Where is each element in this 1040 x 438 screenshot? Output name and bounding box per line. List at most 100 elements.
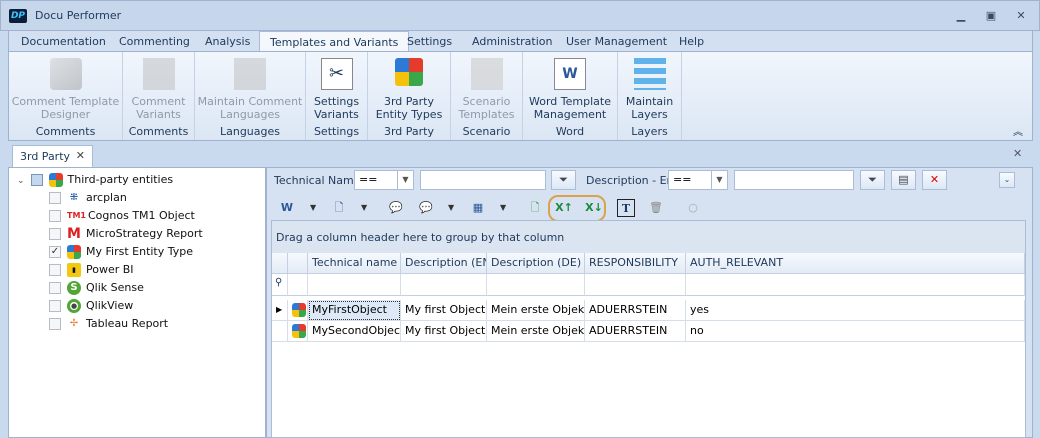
- chevron-down-icon[interactable]: ▼: [711, 171, 727, 189]
- column-header-description-en[interactable]: Description (EN): [401, 253, 487, 274]
- group-by-panel[interactable]: Drag a column header here to group by th…: [272, 221, 1025, 253]
- technical-name-input[interactable]: [420, 170, 546, 190]
- table-row[interactable]: MySecondObject My first Object Mein erst…: [272, 321, 1025, 342]
- excel-export-icon[interactable]: X↑: [555, 199, 573, 217]
- column-header-description-de[interactable]: Description (DE): [487, 253, 585, 274]
- dropdown-arrow-icon[interactable]: ▼: [500, 199, 506, 217]
- minimize-icon[interactable]: ▁: [951, 9, 971, 23]
- cell-description-en[interactable]: My first Object: [401, 321, 487, 342]
- cell-auth-relevant[interactable]: yes: [686, 300, 1025, 321]
- group-label: Languages: [219, 125, 281, 138]
- ribbon-word-template-management[interactable]: W Word Template Management Word: [523, 52, 618, 140]
- chevron-down-icon[interactable]: ▼: [397, 171, 413, 189]
- comment-bubble-icon[interactable]: ○: [684, 199, 702, 217]
- cell-description-de[interactable]: Mein erste Objekt: [487, 300, 585, 321]
- tree-item-my-first-entity-type[interactable]: ✓ My First Entity Type: [49, 243, 193, 261]
- tree-item-microstrategy[interactable]: M MicroStrategy Report: [49, 225, 203, 243]
- puzzle-icon: [67, 245, 81, 259]
- doc-tab-3rd-party[interactable]: 3rd Party ✕: [12, 145, 93, 168]
- tree-item-cognos[interactable]: TM1 Cognos TM1 Object: [49, 207, 195, 225]
- excel-import-icon[interactable]: X↓: [585, 199, 603, 217]
- comment-export-icon[interactable]: 💬: [417, 199, 435, 217]
- close-icon[interactable]: ✕: [1011, 9, 1031, 23]
- tree-item-arcplan[interactable]: ⁜ arcplan: [49, 189, 127, 207]
- rename-icon[interactable]: T: [617, 199, 635, 217]
- checkbox[interactable]: [49, 192, 61, 204]
- tab-help[interactable]: Help: [669, 31, 714, 53]
- tab-administration[interactable]: Administration: [462, 31, 563, 53]
- clear-filter-icon[interactable]: ✕: [922, 170, 947, 190]
- entity-tree: ⌄ Third-party entities ⁜ arcplan TM1 Cognos…: [8, 167, 266, 438]
- ribbon-settings-variants[interactable]: ✂ Settings Variants Settings: [306, 52, 368, 140]
- tab-user-management[interactable]: User Management: [556, 31, 677, 53]
- description-input[interactable]: [734, 170, 854, 190]
- column-header-technical-name[interactable]: Technical name: [308, 253, 401, 274]
- column-header-responsibility[interactable]: RESPONSIBILITY: [585, 253, 686, 274]
- checkbox[interactable]: [30, 174, 43, 186]
- filter-cell[interactable]: [585, 274, 686, 296]
- close-document-icon[interactable]: ✕: [1013, 147, 1022, 160]
- cell-technical-name[interactable]: MySecondObject: [308, 321, 401, 342]
- checkbox-checked[interactable]: ✓: [49, 246, 61, 258]
- expand-icon[interactable]: ⌄: [17, 176, 25, 186]
- dropdown-arrow-icon[interactable]: ▼: [448, 199, 454, 217]
- dropdown-arrow-icon[interactable]: ▼: [361, 199, 367, 217]
- tab-commenting[interactable]: Commenting: [109, 31, 200, 53]
- tree-item-power-bi[interactable]: ▮ Power BI: [49, 261, 134, 279]
- checkbox[interactable]: [49, 318, 61, 330]
- tree-item-qlik-sense[interactable]: S Qlik Sense: [49, 279, 144, 297]
- filter-apply-icon[interactable]: ⏷: [551, 170, 576, 190]
- button-label: Maintain Layers: [625, 95, 674, 121]
- ribbon-comment-variants[interactable]: Comment Variants Comments: [123, 52, 195, 140]
- cell-responsibility[interactable]: ADUERRSTEIN: [585, 300, 686, 321]
- ribbon-maintain-comment-languages[interactable]: Maintain Comment Languages Languages: [195, 52, 306, 140]
- cell-auth-relevant[interactable]: no: [686, 321, 1025, 342]
- dropdown-arrow-icon[interactable]: ▼: [310, 199, 316, 217]
- trash-icon[interactable]: 🗑: [647, 199, 665, 217]
- column-header-auth-relevant[interactable]: AUTH_RELEVANT: [686, 253, 1025, 274]
- tree-item-qlikview[interactable]: ● QlikView: [49, 297, 133, 315]
- word-export-icon[interactable]: W: [278, 199, 296, 217]
- filter-cell[interactable]: [487, 274, 585, 296]
- collapse-ribbon-icon[interactable]: ︽: [1013, 123, 1023, 138]
- row-indicator-header: [272, 253, 288, 274]
- tree-item-tableau[interactable]: ✢ Tableau Report: [49, 315, 168, 333]
- ribbon-scenario-templates[interactable]: Scenario Templates Scenario: [451, 52, 523, 140]
- cell-technical-name[interactable]: MyFirstObject: [308, 300, 401, 321]
- qlikview-icon: ●: [67, 299, 81, 313]
- group-label: Layers: [631, 125, 668, 138]
- tree-root[interactable]: ⌄ Third-party entities: [17, 171, 173, 189]
- technical-name-operator[interactable]: == ▼: [354, 170, 414, 190]
- new-document-icon[interactable]: 🗋: [526, 199, 544, 217]
- word-compare-icon[interactable]: ▦: [469, 199, 487, 217]
- word-document-icon[interactable]: 🗋: [330, 199, 348, 217]
- checkbox[interactable]: [49, 264, 61, 276]
- cell-responsibility[interactable]: ADUERRSTEIN: [585, 321, 686, 342]
- filter-cell[interactable]: [686, 274, 1025, 296]
- filter-layout-icon[interactable]: ▤: [891, 170, 916, 190]
- ribbon-comment-template-designer[interactable]: Comment Template Designer Comments: [9, 52, 123, 140]
- checkbox[interactable]: [49, 210, 61, 222]
- tab-settings[interactable]: Settings: [397, 31, 462, 53]
- tab-analysis[interactable]: Analysis: [195, 31, 260, 53]
- close-tab-icon[interactable]: ✕: [76, 149, 85, 162]
- description-operator[interactable]: == ▼: [668, 170, 728, 190]
- tab-documentation[interactable]: Documentation: [11, 31, 116, 53]
- table-row[interactable]: ▶ MyFirstObject My first Object Mein ers…: [272, 300, 1025, 321]
- restore-icon[interactable]: ▣: [981, 9, 1001, 23]
- cell-description-de[interactable]: Mein erste Objekt: [487, 321, 585, 342]
- checkbox[interactable]: [49, 300, 61, 312]
- expand-filter-icon[interactable]: ⌄: [999, 172, 1015, 188]
- ribbon-3rd-party-entity-types[interactable]: 3rd Party Entity Types 3rd Party: [368, 52, 451, 140]
- filter-cell[interactable]: [308, 274, 401, 296]
- group-label: Scenario: [462, 125, 511, 138]
- checkbox[interactable]: [49, 282, 61, 294]
- cell-description-en[interactable]: My first Object: [401, 300, 487, 321]
- pin-icon: ⚲: [272, 274, 288, 296]
- checkbox[interactable]: [49, 228, 61, 240]
- filter-cell[interactable]: [401, 274, 487, 296]
- ribbon-maintain-layers[interactable]: Maintain Layers Layers: [618, 52, 682, 140]
- comment-icon[interactable]: 💬: [387, 199, 405, 217]
- row-selected-icon: ▶: [272, 300, 288, 321]
- filter-icon[interactable]: ⏷: [860, 170, 885, 190]
